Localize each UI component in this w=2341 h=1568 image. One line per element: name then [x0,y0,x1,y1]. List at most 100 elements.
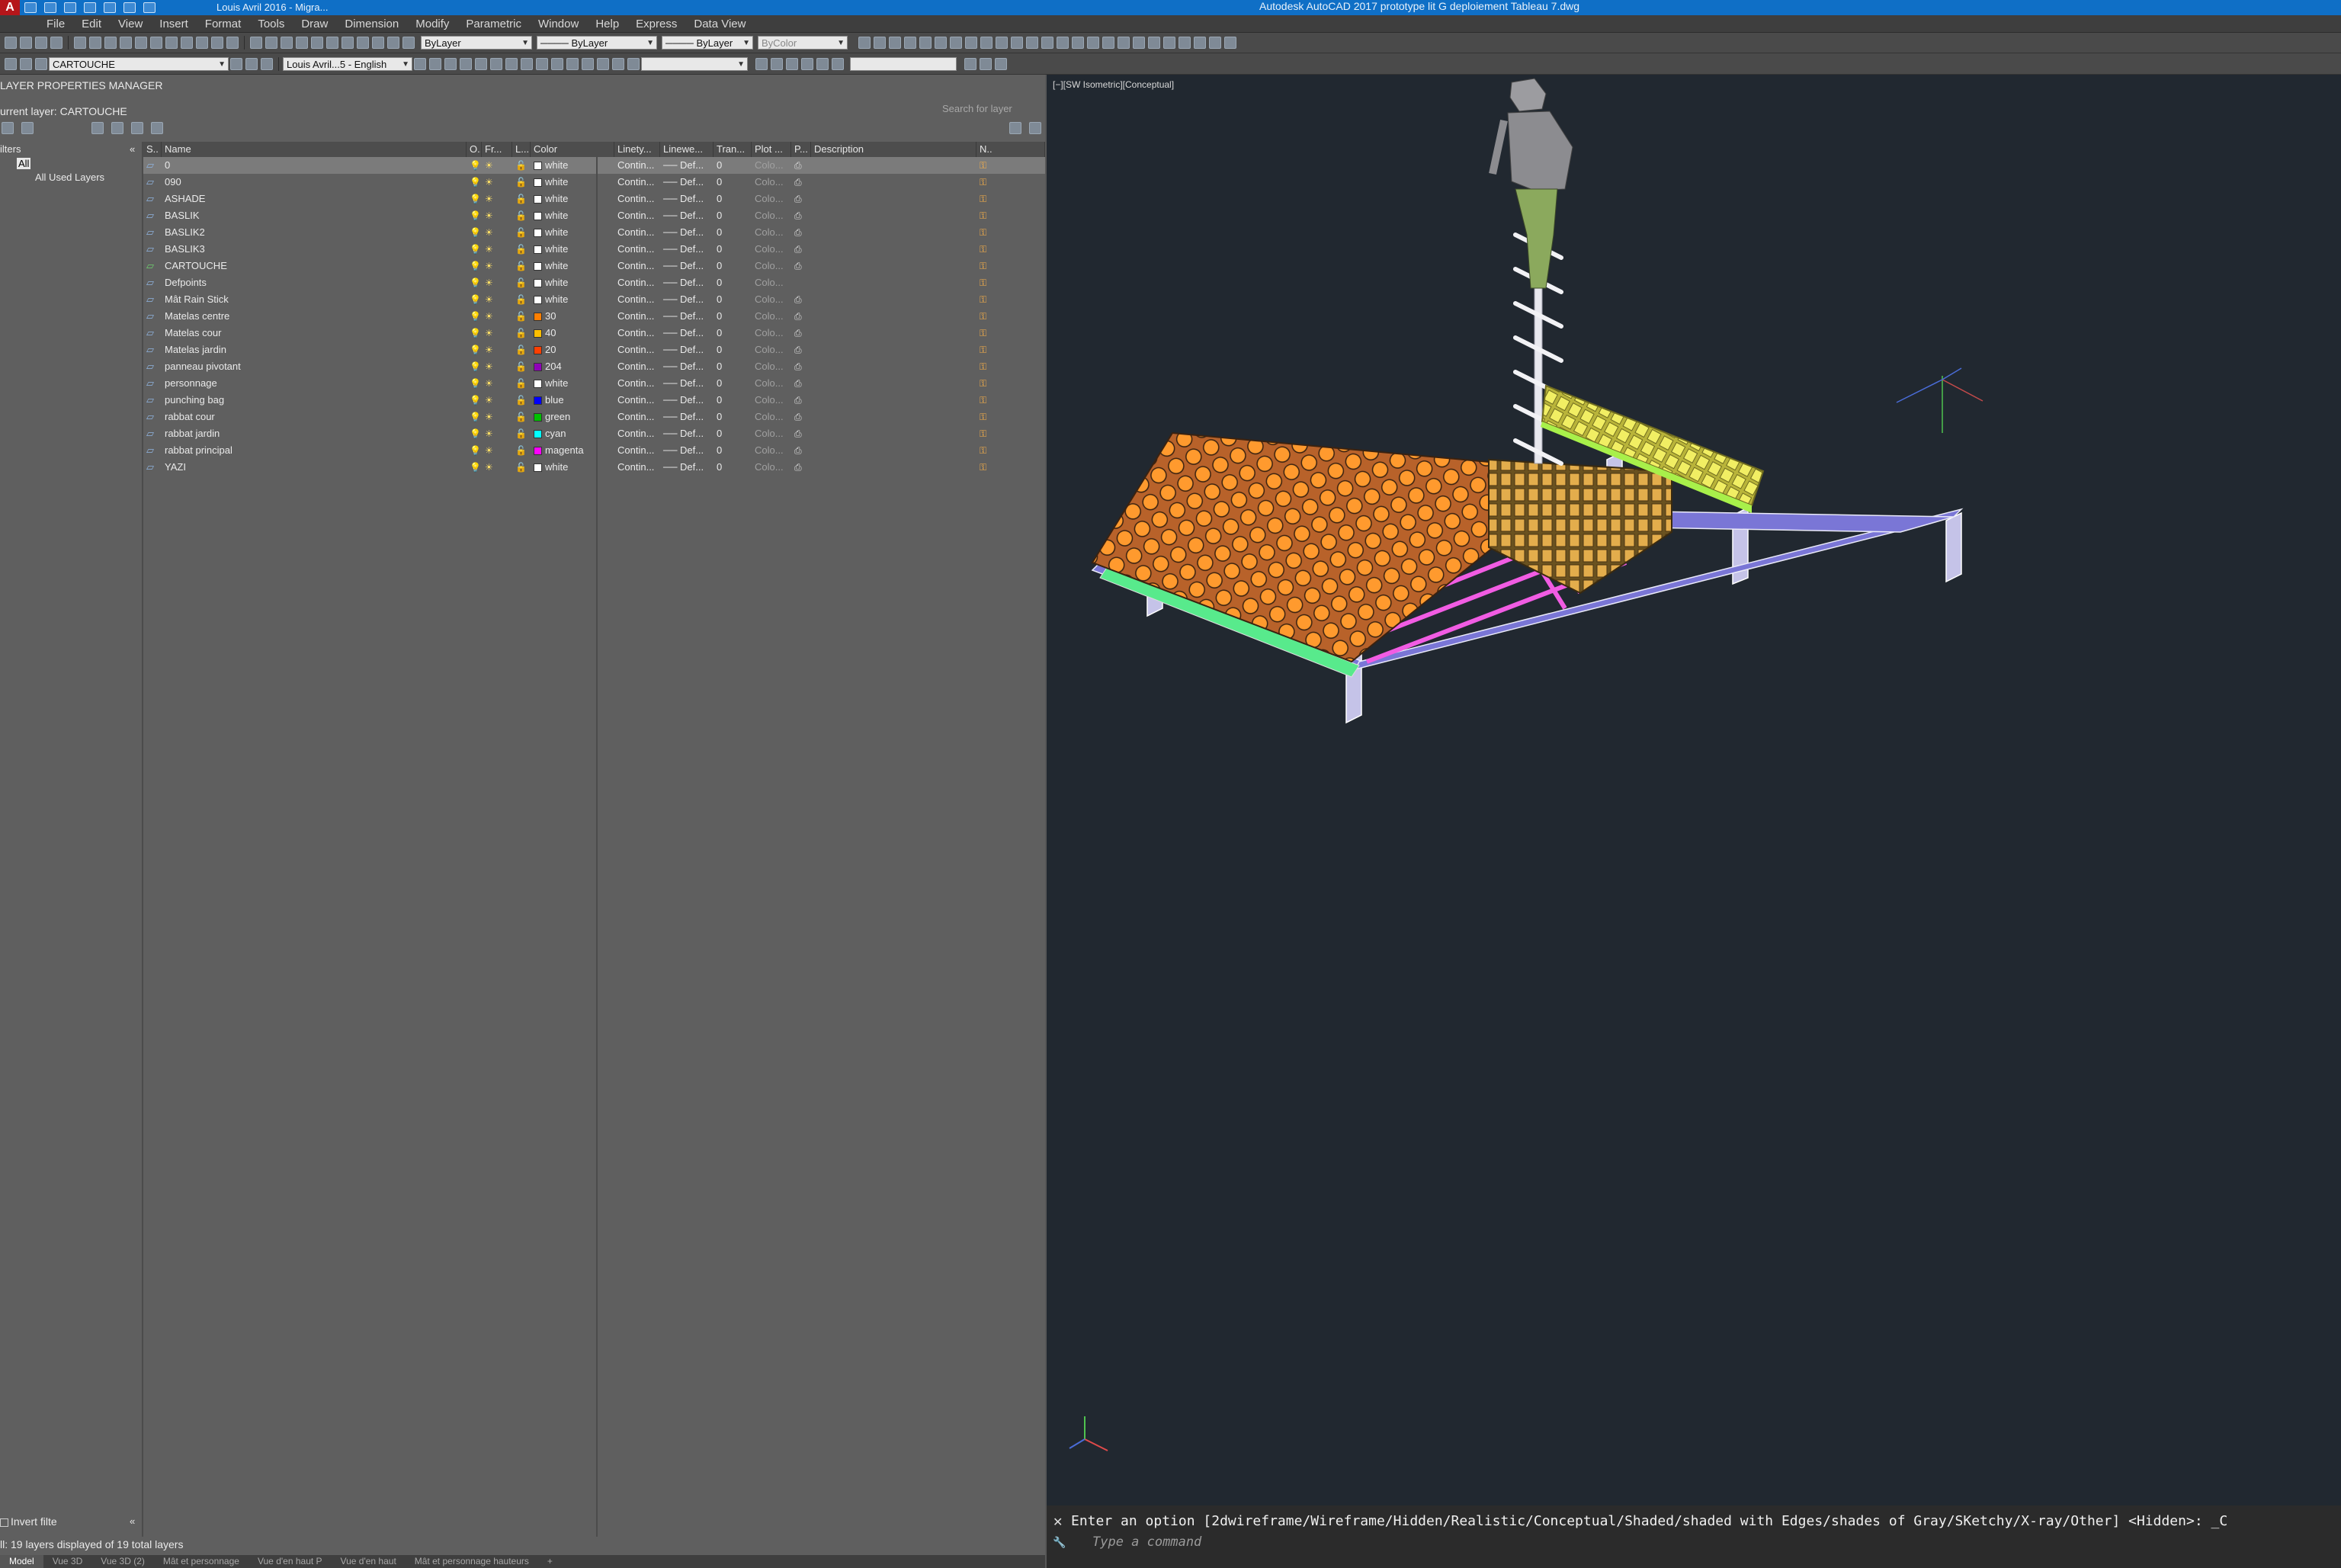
layer-color[interactable]: white [531,174,614,191]
bulb-icon[interactable]: 💡 [467,258,482,274]
lock-icon[interactable]: 🔓 [512,442,531,459]
layer-dropdown[interactable]: CARTOUCHE ▼ [49,56,229,71]
style-icon[interactable] [444,57,457,70]
plot-icon[interactable]: ⎙ [791,409,811,425]
design-center-icon[interactable] [326,37,338,49]
layer-lineweight[interactable]: ── Def... [660,157,714,174]
layer-lineweight[interactable]: ── Def... [660,375,714,392]
layer-row[interactable]: ▱ Defpoints 💡 ☀ 🔓 white Contin... ── Def... 0 Col… [143,274,1045,291]
layer-tool-icon[interactable] [20,37,32,49]
layer-linetype[interactable]: Contin... [614,308,660,325]
bulb-icon[interactable] [5,57,17,70]
draw-rectangle-icon[interactable] [919,37,932,49]
viewport-icon[interactable] [964,57,976,70]
menu-item-window[interactable]: Window [530,18,587,30]
lock-icon[interactable]: 🔓 [512,409,531,425]
plot-icon[interactable]: ⎙ [791,442,811,459]
sun-icon[interactable]: ☀ [482,409,512,425]
layer-linetype[interactable]: Contin... [614,207,660,224]
drawing-viewport[interactable]: [−][SW Isometric][Conceptual] [1047,75,2341,1505]
copy-icon[interactable] [165,37,178,49]
lineweight-dropdown[interactable]: ──── ByLayer ▼ [662,36,753,50]
layer-description[interactable] [811,157,976,174]
style-icon[interactable] [536,57,548,70]
ucs-icon[interactable] [755,57,768,70]
style-icon[interactable] [551,57,563,70]
layer-color[interactable]: 204 [531,358,614,375]
new-layer-icon[interactable] [91,122,104,134]
bulb-icon[interactable]: 💡 [467,325,482,341]
layer-row[interactable]: ▱ ASHADE 💡 ☀ 🔓 white Contin... ── Def... 0 Colo..… [143,191,1045,207]
bulb-icon[interactable]: 💡 [467,375,482,392]
layer-description[interactable] [811,392,976,409]
collapse-icon[interactable]: « [130,1515,135,1527]
style-icon[interactable] [597,57,609,70]
layer-lineweight[interactable]: ── Def... [660,325,714,341]
plot-icon[interactable] [104,2,116,13]
open-icon[interactable] [89,37,101,49]
help-icon[interactable] [402,37,415,49]
layer-linetype[interactable]: Contin... [614,375,660,392]
layer-lineweight[interactable]: ── Def... [660,409,714,425]
sheet-set-icon[interactable] [357,37,369,49]
layer-name[interactable]: Matelas centre [162,308,467,325]
layer-row[interactable]: ▱ CARTOUCHE 💡 ☀ 🔓 white Contin... ── Def... 0 Col… [143,258,1045,274]
layer-lineweight[interactable]: ── Def... [660,459,714,476]
layer-color[interactable]: white [531,207,614,224]
layer-name[interactable]: rabbat principal [162,442,467,459]
layer-name[interactable]: personnage [162,375,467,392]
autocad-logo-icon[interactable]: A [0,0,20,15]
block-icon[interactable] [1179,37,1191,49]
ucs-icon[interactable] [771,57,783,70]
draw-polyline-icon[interactable] [874,37,886,49]
ucs-icon[interactable] [786,57,798,70]
layout-tab[interactable]: Vue 3D [43,1555,92,1568]
sun-icon[interactable]: ☀ [482,442,512,459]
layer-lineweight[interactable]: ── Def... [660,207,714,224]
layer-linetype[interactable]: Contin... [614,442,660,459]
collapse-icon[interactable]: « [130,142,135,157]
layer-row[interactable]: ▱ Mât Rain Stick 💡 ☀ 🔓 white Contin... ── Def..… [143,291,1045,308]
layer-linetype[interactable]: Contin... [614,258,660,274]
vp-freeze-icon[interactable]: ⚿ [976,157,1045,174]
layer-color[interactable]: 20 [531,341,614,358]
draw-line-icon[interactable] [858,37,871,49]
layer-name[interactable]: Mât Rain Stick [162,291,467,308]
lock-icon[interactable]: 🔓 [512,308,531,325]
layer-linetype[interactable]: Contin... [614,291,660,308]
vp-freeze-icon[interactable]: ⚿ [976,258,1045,274]
layer-row[interactable]: ▱ rabbat cour 💡 ☀ 🔓 green Contin... ── Def... 0 C… [143,409,1045,425]
layer-color[interactable]: 40 [531,325,614,341]
sun-icon[interactable]: ☀ [482,241,512,258]
menu-item-modify[interactable]: Modify [407,18,457,30]
sun-icon[interactable] [20,57,32,70]
menu-item-data-view[interactable]: Data View [685,18,754,30]
bulb-icon[interactable]: 💡 [467,224,482,241]
layer-name[interactable]: 0 [162,157,467,174]
save-icon[interactable] [104,37,117,49]
settings-icon[interactable] [1029,122,1041,134]
layer-transparency[interactable]: 0 [714,291,752,308]
menu-item-format[interactable]: Format [197,18,250,30]
layer-linetype[interactable]: Contin... [614,341,660,358]
customize-icon[interactable]: 🔧 [1053,1536,1066,1549]
layer-name[interactable]: BASLIK [162,207,467,224]
bulb-icon[interactable]: 💡 [467,341,482,358]
trim-icon[interactable] [980,37,993,49]
layer-transparency[interactable]: 0 [714,308,752,325]
sun-icon[interactable]: ☀ [482,291,512,308]
layer-linetype[interactable]: Contin... [614,274,660,291]
layer-color[interactable]: white [531,274,614,291]
zoom-window-icon[interactable] [281,37,293,49]
layer-color[interactable]: cyan [531,425,614,442]
layer-description[interactable] [811,191,976,207]
layer-linetype[interactable]: Contin... [614,174,660,191]
layer-name[interactable]: Matelas jardin [162,341,467,358]
layer-row[interactable]: ▱ BASLIK 💡 ☀ 🔓 white Contin... ── Def... 0 Colo..… [143,207,1045,224]
layer-lineweight[interactable]: ── Def... [660,425,714,442]
layer-description[interactable] [811,375,976,392]
rotate-icon[interactable] [965,37,977,49]
plot-icon[interactable]: ⎙ [791,392,811,409]
table-icon[interactable] [1209,37,1221,49]
lock-icon[interactable]: 🔓 [512,224,531,241]
